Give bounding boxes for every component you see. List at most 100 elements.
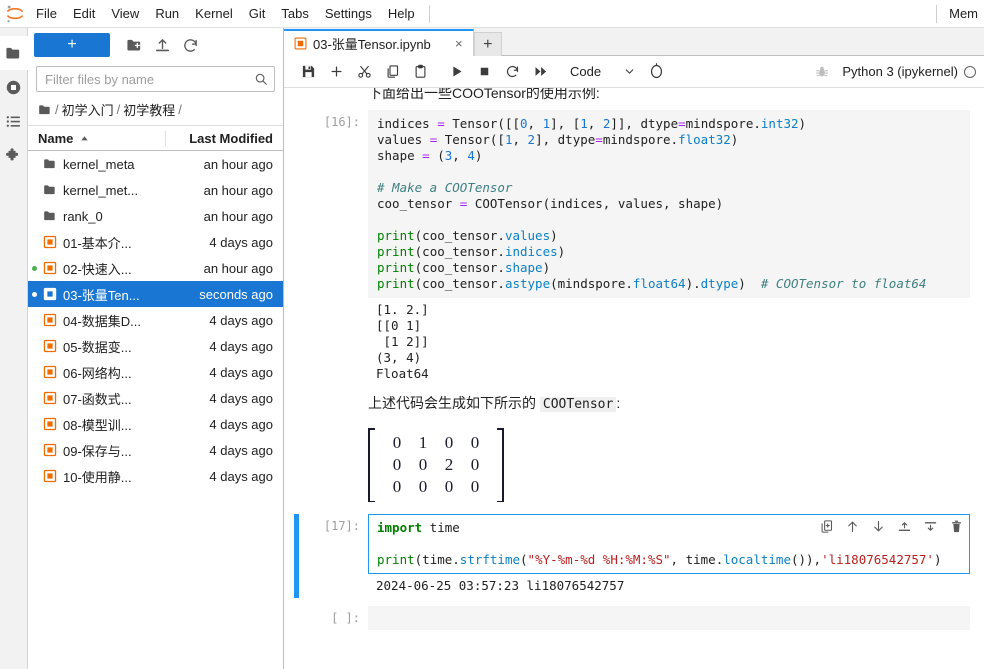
markdown-cell-intro[interactable]: 下面给出一些COOTensor的使用示例: <box>284 88 984 106</box>
breadcrumb-part-1[interactable]: 初学教程 <box>123 100 175 119</box>
search-input[interactable] <box>45 71 254 87</box>
sidebar-item-file-browser[interactable] <box>0 36 28 70</box>
markdown-cell-matrix-caption[interactable]: 上述代码会生成如下所示的 COOTensor: <box>284 390 984 418</box>
refresh-icon[interactable] <box>176 33 204 57</box>
file-list-item[interactable]: 07-函数式... 4 days ago <box>28 385 283 411</box>
file-list-item[interactable]: 05-数据变... 4 days ago <box>28 333 283 359</box>
insert-cell-icon[interactable] <box>322 59 350 85</box>
markdown-caption-suffix: : <box>616 395 621 412</box>
file-list-item[interactable]: 10-使用静... 4 days ago <box>28 463 283 489</box>
file-name-cell: rank_0 <box>28 209 165 224</box>
file-list-item[interactable]: kernel_meta an hour ago <box>28 151 283 177</box>
code-cell-empty[interactable]: [ ]: <box>284 602 984 634</box>
file-filter-box[interactable] <box>36 66 275 92</box>
cell-collapser-17[interactable] <box>294 514 299 599</box>
menu-kernel[interactable]: Kernel <box>187 0 241 28</box>
move-up-icon[interactable] <box>844 518 860 534</box>
cell-body-16: indices = Tensor([[0, 1], [1, 2]], dtype… <box>368 110 970 386</box>
file-browser-toolbar: + <box>28 28 283 62</box>
insert-above-icon[interactable] <box>896 518 912 534</box>
file-name-cell: 07-函数式... <box>28 389 165 408</box>
menu-view[interactable]: View <box>103 0 147 28</box>
cut-icon[interactable] <box>350 59 378 85</box>
code-cell-16[interactable]: [16]: indices = Tensor([[0, 1], [1, 2]],… <box>284 106 984 390</box>
code-content-16: indices = Tensor([[0, 1], [1, 2]], dtype… <box>377 116 927 292</box>
sidebar-item-table-of-contents[interactable] <box>0 104 28 138</box>
notebook-icon <box>42 443 57 458</box>
copy-icon[interactable] <box>378 59 406 85</box>
upload-icon[interactable] <box>148 33 176 57</box>
file-list: kernel_meta an hour ago kernel_met... an ho… <box>28 151 283 669</box>
file-list-item[interactable]: 02-快速入... an hour ago <box>28 255 283 281</box>
restart-run-all-icon[interactable] <box>526 59 554 85</box>
code-editor-empty[interactable] <box>368 606 970 631</box>
matrix-cell: 0 <box>470 477 480 497</box>
cell-output-17: 2024-06-25 03:57:23 li18076542757 <box>368 574 970 598</box>
file-list-item[interactable]: 03-张量Ten... seconds ago <box>28 281 283 307</box>
menu-divider <box>428 4 430 23</box>
bug-icon[interactable] <box>808 59 836 85</box>
column-header-last-modified[interactable]: Last Modified <box>165 130 283 146</box>
code-cell-17[interactable]: [17]: import time print(time.strftime("%… <box>284 510 984 602</box>
kernel-status-indicator[interactable] <box>964 65 976 78</box>
cell-collapser-16[interactable] <box>294 110 299 386</box>
file-name-cell: 05-数据变... <box>28 337 165 356</box>
new-tab-button[interactable]: + <box>473 32 502 56</box>
delete-icon[interactable] <box>948 518 964 534</box>
file-list-item[interactable]: kernel_met... an hour ago <box>28 177 283 203</box>
save-icon[interactable] <box>294 59 322 85</box>
file-list-item[interactable]: 01-基本介... 4 days ago <box>28 229 283 255</box>
markdown-cell-matrix: 010000200000 <box>284 418 984 510</box>
code-editor-16[interactable]: indices = Tensor([[0, 1], [1, 2]], dtype… <box>368 110 970 299</box>
close-icon[interactable]: × <box>451 36 467 52</box>
restart-icon[interactable] <box>498 59 526 85</box>
duplicate-icon[interactable] <box>818 518 834 534</box>
file-list-item[interactable]: rank_0 an hour ago <box>28 203 283 229</box>
file-name-cell: 02-快速入... <box>28 259 165 278</box>
file-list-item[interactable]: 04-数据集D... 4 days ago <box>28 307 283 333</box>
sidebar-item-running-kernels[interactable] <box>0 70 28 104</box>
activity-bar <box>0 28 28 669</box>
menu-tabs[interactable]: Tabs <box>273 0 316 28</box>
notebook-icon <box>42 391 57 406</box>
markdown-prompt-spacer <box>284 88 368 104</box>
column-header-name[interactable]: Name <box>28 131 165 146</box>
file-name-label: 09-保存与... <box>63 443 132 459</box>
chevron-down-icon <box>623 65 636 78</box>
sort-ascending-icon <box>79 133 90 144</box>
breadcrumb-part-0[interactable]: 初学入门 <box>62 100 114 119</box>
stop-icon[interactable] <box>470 59 498 85</box>
tab-notebook-03[interactable]: 03-张量Tensor.ipynb × <box>284 29 474 56</box>
file-list-item[interactable]: 08-模型训... 4 days ago <box>28 411 283 437</box>
file-modified-label: 4 days ago <box>209 468 273 484</box>
file-name-label: 07-函数式... <box>63 391 132 407</box>
file-list-item[interactable]: 06-网络构... 4 days ago <box>28 359 283 385</box>
run-icon[interactable] <box>442 59 470 85</box>
new-launcher-button[interactable]: + <box>34 33 110 57</box>
new-folder-icon[interactable] <box>120 33 148 57</box>
menu-run[interactable]: Run <box>147 0 187 28</box>
sidebar-item-extension-manager[interactable] <box>0 138 28 172</box>
breadcrumb-home-icon[interactable] <box>38 103 52 117</box>
menu-settings[interactable]: Settings <box>317 0 380 28</box>
cell-collapser-empty[interactable] <box>294 606 299 630</box>
menu-file[interactable]: File <box>28 0 65 28</box>
cell-body-empty <box>368 606 970 631</box>
memory-usage-status: Mem <box>949 6 978 21</box>
file-modified-label: an hour ago <box>203 156 273 172</box>
insert-below-icon[interactable] <box>922 518 938 534</box>
cell-output-16: [1. 2.] [[0 1] [1 2]] (3, 4) Float64 <box>368 298 970 386</box>
cell-type-value: Code <box>570 64 602 79</box>
menu-edit[interactable]: Edit <box>65 0 103 28</box>
cell-type-dropdown[interactable]: Code <box>560 60 642 84</box>
kernel-name-label[interactable]: Python 3 (ipykernel) <box>842 64 958 79</box>
notebook-icon <box>42 287 57 302</box>
move-down-icon[interactable] <box>870 518 886 534</box>
menu-help[interactable]: Help <box>380 0 423 28</box>
kernel-busy-icon[interactable] <box>642 59 670 85</box>
notebook-toolbar-right: Python 3 (ipykernel) <box>808 59 978 85</box>
file-list-item[interactable]: 09-保存与... 4 days ago <box>28 437 283 463</box>
menu-git[interactable]: Git <box>241 0 274 28</box>
notebook-scroll-region[interactable]: 下面给出一些COOTensor的使用示例: [16]: indices = Te… <box>284 88 984 669</box>
paste-icon[interactable] <box>406 59 434 85</box>
